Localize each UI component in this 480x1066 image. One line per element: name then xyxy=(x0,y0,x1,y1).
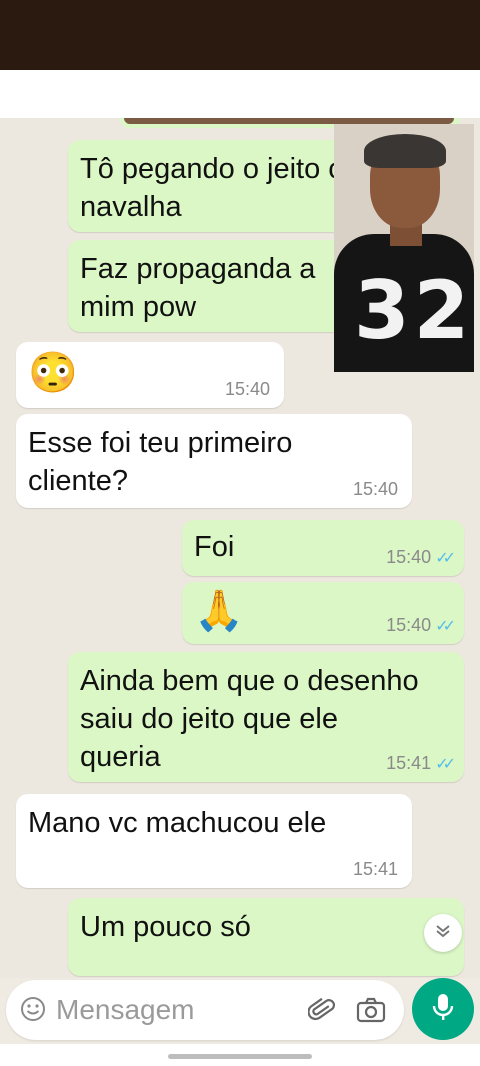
message-meta: 15:40 ✓✓ xyxy=(386,615,456,636)
mic-icon xyxy=(431,992,455,1027)
message-meta: 15:40 xyxy=(353,479,398,500)
message-meta: 15:41 xyxy=(353,859,398,880)
read-ticks-icon: ✓✓ xyxy=(435,617,456,635)
message-bubble[interactable]: Esse foi teu primeiro cliente? 15:40 xyxy=(16,414,412,508)
message-bubble[interactable]: Ainda bem que o desenho saiu do jeito qu… xyxy=(68,652,464,782)
message-composer[interactable]: Mensagem xyxy=(6,980,404,1040)
message-text: Mano vc machucou ele xyxy=(28,807,327,839)
shirt-number: 32 xyxy=(354,264,474,357)
mic-button[interactable] xyxy=(412,978,474,1040)
person-hair xyxy=(364,134,446,168)
message-time: 15:40 xyxy=(386,547,432,567)
message-time: 15:41 xyxy=(352,859,398,879)
chevron-double-down-icon xyxy=(434,922,452,945)
camera-icon[interactable] xyxy=(356,996,386,1024)
message-bubble[interactable]: Mano vc machucou ele 15:41 xyxy=(16,794,412,888)
navigation-bar xyxy=(0,1044,480,1066)
message-bubble[interactable]: Um pouco só xyxy=(68,898,464,976)
video-call-overlay[interactable]: 32 xyxy=(334,124,474,372)
read-ticks-icon: ✓✓ xyxy=(435,549,456,567)
status-bar xyxy=(0,0,480,70)
message-bubble[interactable]: 🙏 15:40 ✓✓ xyxy=(182,582,464,644)
gesture-handle[interactable] xyxy=(168,1054,312,1059)
message-text: Um pouco só xyxy=(80,911,251,943)
message-meta: 15:40 xyxy=(225,379,270,400)
message-time: 15:41 xyxy=(386,753,432,773)
message-bubble[interactable]: 😳 15:40 xyxy=(16,342,284,408)
smile-icon[interactable] xyxy=(20,996,46,1022)
message-bubble[interactable]: Foi 15:40 ✓✓ xyxy=(182,520,464,576)
message-input[interactable]: Mensagem xyxy=(56,994,195,1026)
message-meta: 15:41 ✓✓ xyxy=(386,753,456,774)
scroll-down-button[interactable] xyxy=(424,914,462,952)
paperclip-icon[interactable] xyxy=(307,996,336,1024)
message-text: Esse foi teu primeiro cliente? xyxy=(28,427,293,497)
message-time: 15:40 xyxy=(352,479,398,499)
read-ticks-icon: ✓✓ xyxy=(435,755,456,773)
message-time: 15:40 xyxy=(386,615,432,635)
message-time: 15:40 xyxy=(224,379,270,399)
message-meta: 15:40 ✓✓ xyxy=(386,547,456,568)
chat-header xyxy=(0,70,480,120)
